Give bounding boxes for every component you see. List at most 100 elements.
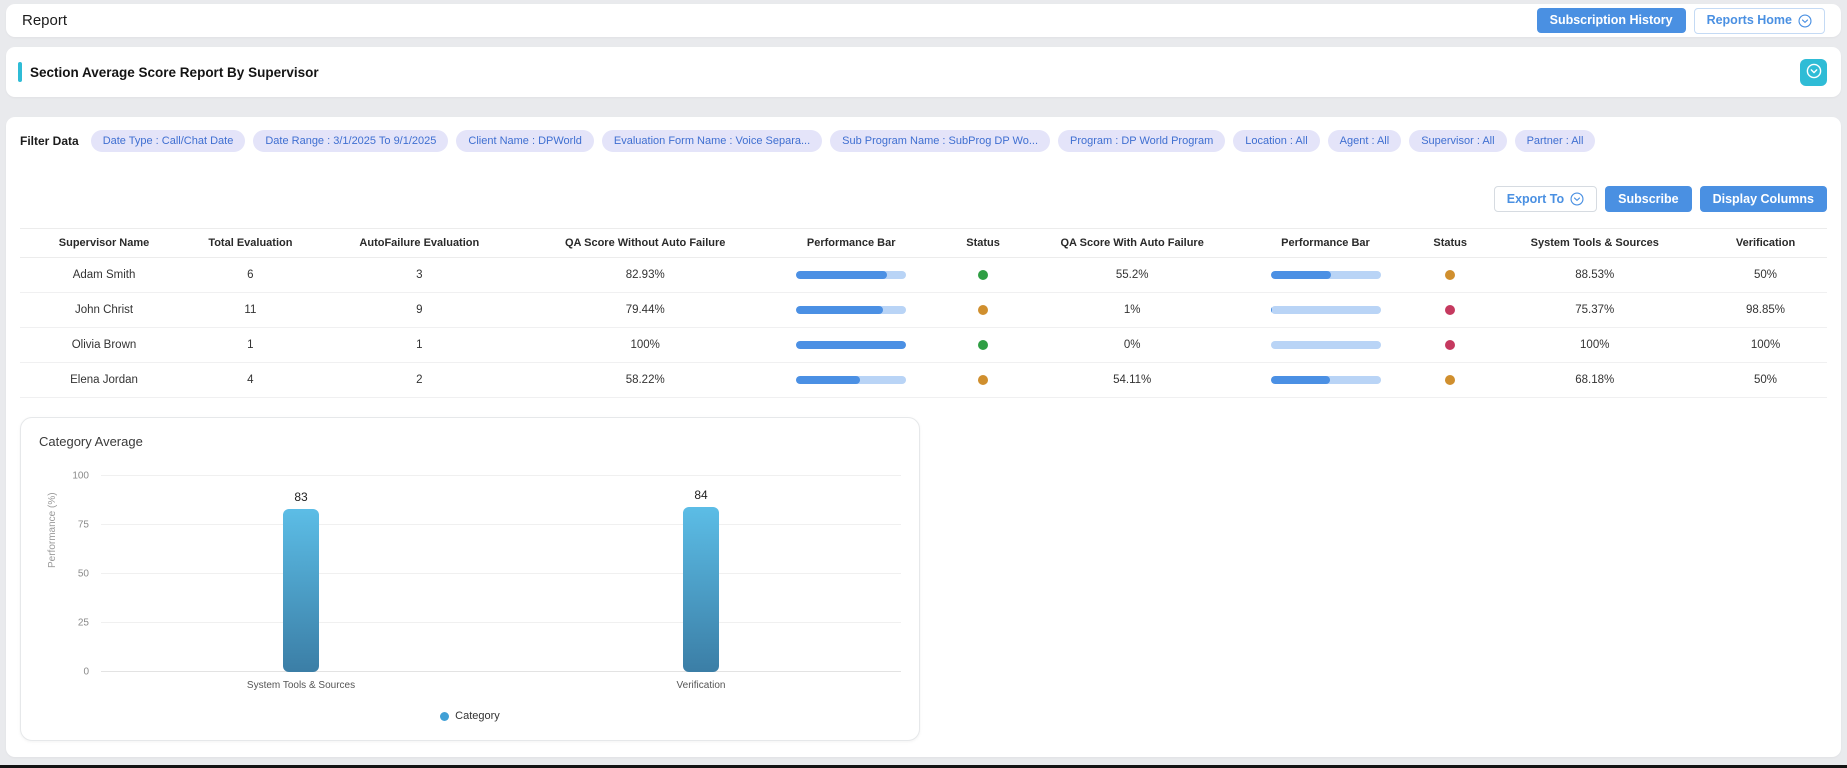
subscription-history-label: Subscription History <box>1550 14 1673 27</box>
bar-value-label: 84 <box>694 488 707 502</box>
table-row: Elena Jordan4258.22%54.11%68.18%50% <box>20 363 1827 398</box>
table-cell: John Christ <box>20 293 188 328</box>
status-dot-orange <box>978 305 988 315</box>
filter-chip[interactable]: Evaluation Form Name : Voice Separa... <box>602 130 822 152</box>
filter-chip[interactable]: Program : DP World Program <box>1058 130 1225 152</box>
section-title: Section Average Score Report By Supervis… <box>30 65 319 80</box>
y-tick-label: 25 <box>78 618 89 629</box>
table-cell: 1 <box>188 328 313 363</box>
y-tick-label: 0 <box>83 667 89 678</box>
bar-value-label: 83 <box>294 490 307 504</box>
supervisor-score-table: Supervisor NameTotal EvaluationAutoFailu… <box>20 228 1827 398</box>
table-cell <box>1236 258 1415 293</box>
table-cell: 3 <box>313 258 526 293</box>
x-tick-label: Verification <box>677 680 726 691</box>
report-panel: Filter Data Date Type : Call/Chat DateDa… <box>6 117 1841 757</box>
chart-y-axis-label: Performance (%) <box>47 492 58 568</box>
table-cell: 100% <box>1704 328 1827 363</box>
filter-chips: Date Type : Call/Chat Date Date Range : 3… <box>91 130 1596 152</box>
table-cell: 100% <box>1485 328 1704 363</box>
table-cell: Adam Smith <box>20 258 188 293</box>
table-cell <box>1415 328 1485 363</box>
table-cell: 6 <box>188 258 313 293</box>
reports-home-button[interactable]: Reports Home <box>1694 8 1825 34</box>
column-header: Performance Bar <box>1236 229 1415 258</box>
table-cell: 4 <box>188 363 313 398</box>
status-dot-red <box>1445 305 1455 315</box>
gridline <box>101 671 901 672</box>
table-cell: 100% <box>526 328 765 363</box>
table-cell: 55.2% <box>1028 258 1236 293</box>
y-tick-label: 100 <box>72 471 89 482</box>
chart-bar-1[interactable]: 83 <box>283 509 319 672</box>
performance-bar-fill <box>1271 376 1330 384</box>
performance-bar <box>1271 271 1381 279</box>
section-title-group: Section Average Score Report By Supervis… <box>18 62 319 82</box>
filter-chip[interactable]: Client Name : DPWorld <box>456 130 594 152</box>
gridline <box>101 573 901 574</box>
column-header: Status <box>1415 229 1485 258</box>
table-row: John Christ11979.44%1%75.37%98.85% <box>20 293 1827 328</box>
subscribe-button[interactable]: Subscribe <box>1605 186 1691 212</box>
table-cell: 68.18% <box>1485 363 1704 398</box>
gridline <box>101 622 901 623</box>
table-cell: 82.93% <box>526 258 765 293</box>
x-tick-label: System Tools & Sources <box>247 680 355 691</box>
performance-bar-fill <box>1271 306 1272 314</box>
column-header: AutoFailure Evaluation <box>313 229 526 258</box>
export-to-button[interactable]: Export To <box>1494 186 1597 212</box>
reports-home-label: Reports Home <box>1707 14 1792 27</box>
chart-bar-2[interactable]: 84 <box>683 507 719 672</box>
chevron-down-circle-icon <box>1806 63 1822 82</box>
performance-bar <box>796 341 906 349</box>
table-cell <box>764 293 937 328</box>
column-header: Performance Bar <box>764 229 937 258</box>
performance-bar <box>796 306 906 314</box>
performance-bar-fill <box>796 306 883 314</box>
top-bar: Report Subscription History Reports Home <box>6 4 1841 37</box>
filter-chip[interactable]: Partner : All <box>1515 130 1596 152</box>
status-dot-green <box>978 340 988 350</box>
performance-bar <box>1271 376 1381 384</box>
column-header: QA Score With Auto Failure <box>1028 229 1236 258</box>
display-columns-button[interactable]: Display Columns <box>1700 186 1827 212</box>
chart-plot: 025507510083System Tools & Sources84Veri… <box>101 476 901 672</box>
chevron-down-circle-icon <box>1570 192 1584 206</box>
table-cell: 9 <box>313 293 526 328</box>
performance-bar <box>796 376 906 384</box>
table-cell: 1% <box>1028 293 1236 328</box>
filter-chip[interactable]: Location : All <box>1233 130 1319 152</box>
table-row: Adam Smith6382.93% 55.2% 88.53%50% <box>20 258 1827 293</box>
status-dot-orange <box>1445 270 1455 280</box>
column-header: System Tools & Sources <box>1485 229 1704 258</box>
filter-chip[interactable]: Sub Program Name : SubProg DP Wo... <box>830 130 1050 152</box>
table-cell: Olivia Brown <box>20 328 188 363</box>
column-header: Supervisor Name <box>20 229 188 258</box>
legend-label: Category <box>455 710 500 722</box>
subscription-history-button[interactable]: Subscription History <box>1537 8 1686 33</box>
performance-bar <box>796 271 906 279</box>
table-cell: 50% <box>1704 258 1827 293</box>
filter-chip[interactable]: Agent : All <box>1328 130 1402 152</box>
table-body: Adam Smith6382.93%55.2%88.53%50%John Chr… <box>20 258 1827 398</box>
table-cell: Elena Jordan <box>20 363 188 398</box>
filter-chip[interactable]: Date Type : Call/Chat Date <box>91 130 246 152</box>
filter-chip[interactable]: Supervisor : All <box>1409 130 1506 152</box>
performance-bar-fill <box>796 341 906 349</box>
filter-row: Filter Data Date Type : Call/Chat DateDa… <box>20 117 1827 152</box>
table-cell: 2 <box>313 363 526 398</box>
table-cell <box>1236 293 1415 328</box>
table-cell <box>938 328 1028 363</box>
accent-bar <box>18 62 22 82</box>
status-dot-green <box>978 270 988 280</box>
table-cell: 1 <box>313 328 526 363</box>
table-cell <box>1236 328 1415 363</box>
table-row: Olivia Brown11100%0%100%100% <box>20 328 1827 363</box>
filter-chip[interactable]: Date Range : 3/1/2025 To 9/1/2025 <box>253 130 448 152</box>
chart-title: Category Average <box>39 434 143 449</box>
table-cell <box>764 258 937 293</box>
column-header: Verification <box>1704 229 1827 258</box>
table-cell: 88.53% <box>1485 258 1704 293</box>
subscribe-label: Subscribe <box>1618 193 1678 206</box>
collapse-section-button[interactable] <box>1800 59 1827 86</box>
